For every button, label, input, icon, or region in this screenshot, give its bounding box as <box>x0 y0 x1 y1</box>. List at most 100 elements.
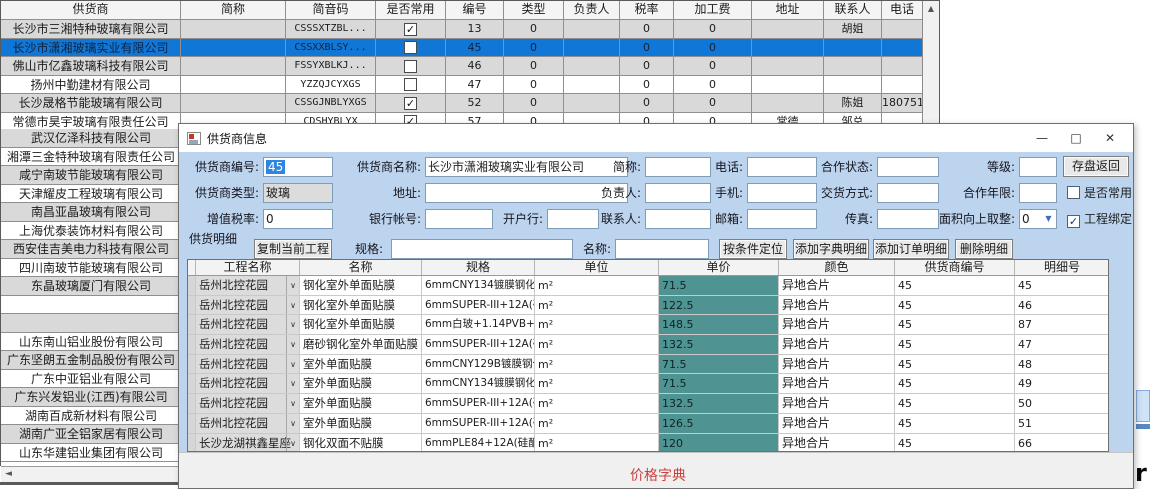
list-item[interactable]: 湘潭三金特种玻璃有限责任公司 <box>1 148 178 167</box>
grid-cell[interactable]: 120 <box>659 434 779 453</box>
grid-cell[interactable] <box>188 355 196 375</box>
grid-column-header-7[interactable]: 供货商编号 <box>895 260 1015 275</box>
grid-column-header-0[interactable] <box>188 260 196 275</box>
cell[interactable]: 0 <box>504 39 564 57</box>
cell[interactable]: 0 <box>620 94 674 112</box>
column-header-6[interactable]: 负责人 <box>564 1 620 19</box>
grid-cell[interactable]: 6mmCNY134镀膜钢化 <box>422 374 535 394</box>
project-name-combobox[interactable]: 岳州北控花园∨ <box>196 394 300 414</box>
dialog-titlebar[interactable]: 供货商信息 — □ ✕ <box>179 124 1133 152</box>
grid-cell[interactable]: 6mmSUPER-III+12A(硅... <box>422 296 535 316</box>
cell[interactable]: 佛山市亿鑫玻璃科技有限公司 <box>1 57 181 75</box>
checkbox-checked-icon[interactable]: ✓ <box>404 23 417 36</box>
grid-cell[interactable]: 132.5 <box>659 335 779 355</box>
cell[interactable]: 0 <box>674 76 752 94</box>
cell[interactable]: 0 <box>504 76 564 94</box>
list-item[interactable]: 天津耀皮工程玻璃有限公司 <box>1 185 178 204</box>
cell[interactable] <box>181 20 286 38</box>
grid-cell[interactable]: m² <box>535 414 659 434</box>
list-item[interactable]: 武汉亿泽科技有限公司 <box>1 129 178 148</box>
grid-cell[interactable]: 异地合片 <box>779 434 895 453</box>
grid-cell[interactable]: 异地合片 <box>779 394 895 414</box>
grid-column-header-6[interactable]: 颜色 <box>779 260 895 275</box>
grid-cell[interactable]: 异地合片 <box>779 355 895 375</box>
column-header-10[interactable]: 联系人 <box>824 1 882 19</box>
cell[interactable]: 0 <box>620 20 674 38</box>
coop-years-input[interactable] <box>1019 183 1057 203</box>
project-name-combobox[interactable]: 岳州北控花园∨ <box>196 335 300 355</box>
grid-cell[interactable]: 钢化室外单面贴膜 <box>300 315 422 335</box>
cell[interactable]: YZZQJCYXGS <box>286 76 376 94</box>
list-item[interactable] <box>1 296 178 315</box>
cell[interactable] <box>376 57 446 75</box>
list-item[interactable]: 湖南广亚全铝家居有限公司 <box>1 425 178 444</box>
cell[interactable] <box>564 39 620 57</box>
supplier-row[interactable]: 佛山市亿鑫玻璃科技有限公司FSSYXBLKJ...46000 <box>1 56 939 75</box>
grid-cell[interactable]: 钢化双面不贴膜 <box>300 434 422 453</box>
supplier-row[interactable]: 长沙市三湘特种玻璃有限公司CSSSXTZBL...✓13000胡姐 <box>1 19 939 38</box>
grid-cell[interactable]: m² <box>535 276 659 296</box>
cell[interactable] <box>181 57 286 75</box>
vat-rate-input[interactable]: 0 <box>263 209 333 229</box>
grid-cell[interactable] <box>188 276 196 296</box>
name-filter-input[interactable] <box>615 239 709 259</box>
grid-cell[interactable]: 6mm白玻+1.14PVB+6mm... <box>422 315 535 335</box>
cell[interactable] <box>882 76 923 94</box>
column-header-2[interactable]: 简音码 <box>286 1 376 19</box>
column-header-3[interactable]: 是否常用 <box>376 1 446 19</box>
grid-cell[interactable]: 6mmPLE84+12A(硅酮胶... <box>422 434 535 453</box>
cell[interactable]: ✓ <box>376 20 446 38</box>
grid-cell[interactable]: 室外单面贴膜 <box>300 374 422 394</box>
grid-cell[interactable]: 71.5 <box>659 374 779 394</box>
grid-cell[interactable]: m² <box>535 315 659 335</box>
grid-cell[interactable]: 45 <box>895 394 1015 414</box>
cell[interactable] <box>181 39 286 57</box>
column-header-11[interactable]: 电话 <box>882 1 923 19</box>
cell[interactable]: 0 <box>504 57 564 75</box>
grid-cell[interactable]: 室外单面贴膜 <box>300 414 422 434</box>
grid-cell[interactable]: m² <box>535 355 659 375</box>
delete-detail-button[interactable]: 删除明细 <box>955 239 1013 259</box>
column-header-7[interactable]: 税率 <box>620 1 674 19</box>
grid-cell[interactable]: 47 <box>1015 335 1109 355</box>
is-common-checkbox[interactable]: 是否常用 <box>1067 183 1132 203</box>
cell[interactable] <box>824 76 882 94</box>
grid-cell[interactable]: 异地合片 <box>779 374 895 394</box>
grid-cell[interactable]: 45 <box>895 335 1015 355</box>
list-item[interactable]: 南昌亚晶玻璃有限公司 <box>1 203 178 222</box>
checkbox-unchecked-icon[interactable] <box>404 41 417 54</box>
project-name-combobox[interactable]: 岳州北控花园∨ <box>196 296 300 316</box>
cell[interactable]: 0 <box>620 39 674 57</box>
grid-cell[interactable]: 66 <box>1015 434 1109 453</box>
detail-grid-row[interactable]: 岳州北控花园∨室外单面贴膜6mmSUPER-III+12A(硅...m²126.… <box>188 414 1108 434</box>
grid-cell[interactable]: m² <box>535 296 659 316</box>
grid-cell[interactable]: 异地合片 <box>779 315 895 335</box>
grid-cell[interactable] <box>188 315 196 335</box>
grid-cell[interactable]: 71.5 <box>659 355 779 375</box>
grid-cell[interactable]: 异地合片 <box>779 414 895 434</box>
column-header-1[interactable]: 简称 <box>181 1 286 19</box>
grid-cell[interactable]: 132.5 <box>659 394 779 414</box>
cell[interactable] <box>824 57 882 75</box>
cell[interactable]: 陈姐 <box>824 94 882 112</box>
cell[interactable] <box>882 57 923 75</box>
cell[interactable]: 扬州中勤建材有限公司 <box>1 76 181 94</box>
checkbox-unchecked-icon[interactable] <box>404 78 417 91</box>
grid-cell[interactable]: m² <box>535 335 659 355</box>
supplier-type-input[interactable]: 玻璃 <box>263 183 333 203</box>
column-header-8[interactable]: 加工费 <box>674 1 752 19</box>
grid-column-header-3[interactable]: 规格 <box>422 260 535 275</box>
grid-cell[interactable]: 钢化室外单面贴膜 <box>300 276 422 296</box>
cell[interactable] <box>824 39 882 57</box>
cell[interactable]: 46 <box>446 57 504 75</box>
chevron-down-icon[interactable]: ∨ <box>286 296 299 315</box>
grid-cell[interactable]: 148.5 <box>659 315 779 335</box>
grid-column-header-4[interactable]: 单位 <box>535 260 659 275</box>
grid-cell[interactable]: m² <box>535 374 659 394</box>
supplier-id-input[interactable]: 45 <box>263 157 333 177</box>
grid-cell[interactable]: m² <box>535 394 659 414</box>
grid-cell[interactable]: 45 <box>895 374 1015 394</box>
cell[interactable]: 长沙市潇湘玻璃实业有限公司 <box>1 39 181 57</box>
detail-grid-row[interactable]: 岳州北控花园∨室外单面贴膜6mmCNY134镀膜钢化m²71.5异地合片4549 <box>188 374 1108 394</box>
grid-cell[interactable]: 6mmCNY134镀膜钢化 <box>422 276 535 296</box>
